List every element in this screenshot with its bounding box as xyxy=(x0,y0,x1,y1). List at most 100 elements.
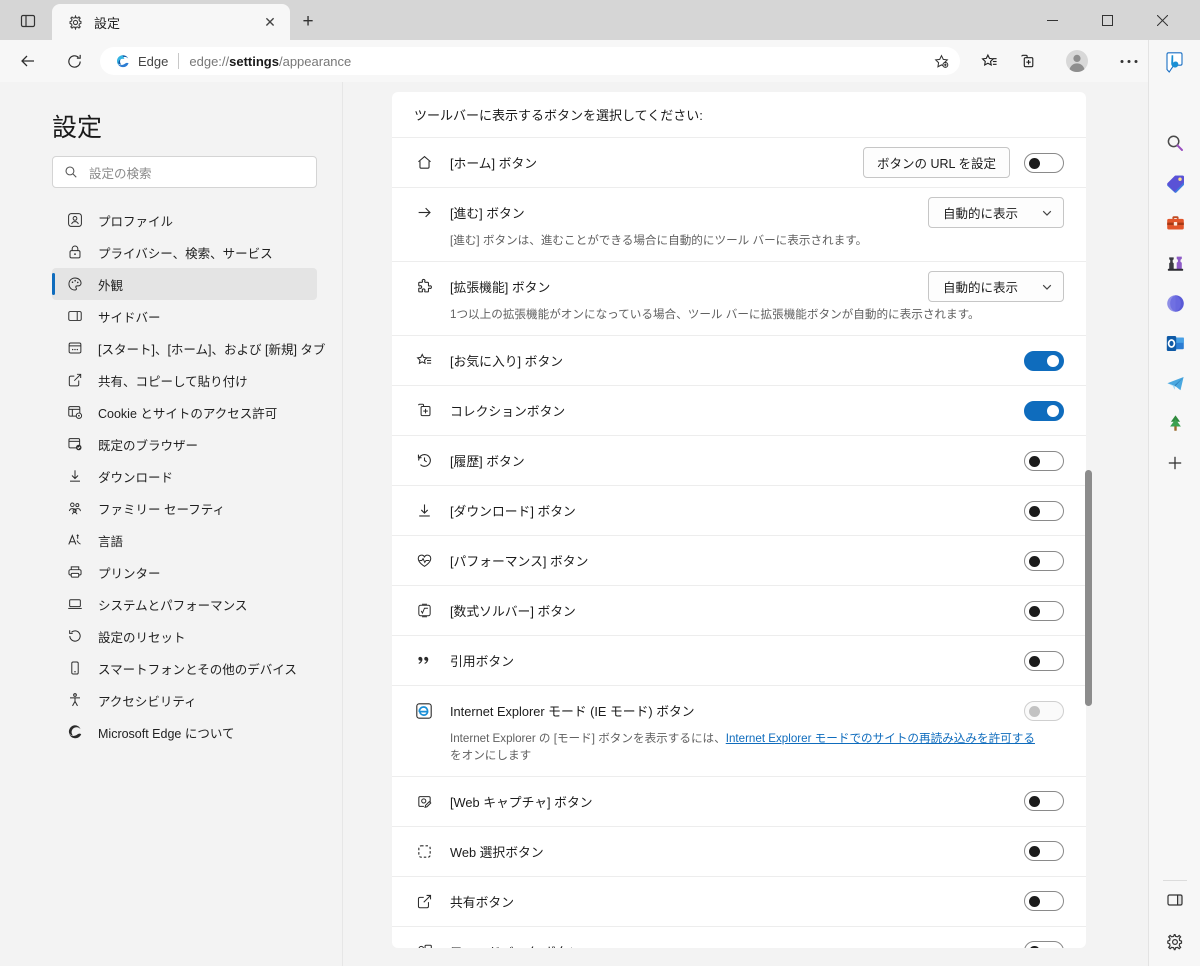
setting-row-extensions-button: [拡張機能] ボタン 自動的に表示 1つ以上の拡張機能がオンになっている場合、ツ… xyxy=(392,262,1086,337)
setting-label: 引用ボタン xyxy=(450,654,514,670)
setting-label: [進む] ボタン xyxy=(450,206,525,221)
sidebar-toggle-icon[interactable] xyxy=(1160,885,1190,915)
back-button[interactable] xyxy=(14,48,42,74)
feedback-button-toggle[interactable] xyxy=(1024,941,1064,948)
sidebar-item-system-performance[interactable]: システムとパフォーマンス xyxy=(52,588,317,620)
web-select-icon xyxy=(414,841,434,861)
sidebar-item-about-edge[interactable]: Microsoft Edge について xyxy=(52,716,317,748)
sidebar-item-family-safety[interactable]: ファミリー セーフティ xyxy=(52,492,317,524)
setting-row-collections-button: コレクションボタン xyxy=(392,386,1086,437)
setting-label: [ホーム] ボタン xyxy=(450,156,538,171)
add-favorite-icon[interactable] xyxy=(930,50,952,72)
chevron-down-icon xyxy=(1041,207,1053,219)
bing-copilot-icon[interactable] xyxy=(1160,48,1190,78)
close-tab-icon[interactable]: ✕ xyxy=(260,12,280,32)
close-window-button[interactable] xyxy=(1140,0,1185,40)
arrow-right-icon xyxy=(414,203,434,223)
sidebar-item-label: サイドバー xyxy=(98,310,161,325)
avatar[interactable] xyxy=(1062,48,1092,74)
search-input[interactable]: 設定の検索 xyxy=(52,156,317,188)
browser-menu-icon[interactable] xyxy=(1114,48,1144,74)
browser-tab-settings[interactable]: 設定 ✕ xyxy=(52,4,290,40)
sidebar-item-printers[interactable]: プリンター xyxy=(52,556,317,588)
tab-actions-button[interactable] xyxy=(12,8,44,34)
history-button-toggle[interactable] xyxy=(1024,450,1064,471)
share-button-toggle[interactable] xyxy=(1024,891,1064,912)
favorites-icon[interactable] xyxy=(974,48,1004,74)
setting-row-performance-button: [パフォーマンス] ボタン xyxy=(392,536,1086,587)
sidebar-item-share-copy-paste[interactable]: 共有、コピーして貼り付け xyxy=(52,364,317,396)
sidebar-item-reset-settings[interactable]: 設定のリセット xyxy=(52,620,317,652)
microsoft365-icon[interactable] xyxy=(1160,288,1190,318)
drop-tree-icon[interactable] xyxy=(1160,408,1190,438)
profile-icon xyxy=(66,211,84,229)
search-placeholder: 設定の検索 xyxy=(89,166,152,181)
performance-button-toggle[interactable] xyxy=(1024,550,1064,571)
toolbar-buttons-heading: ツールバーに表示するボタンを選択してください: xyxy=(392,92,1086,138)
sidebar-item-appearance[interactable]: 外観 xyxy=(52,268,317,300)
set-home-url-button[interactable]: ボタンの URL を設定 xyxy=(863,147,1010,178)
reload-button[interactable] xyxy=(60,48,88,74)
sidebar-item-phone-other-devices[interactable]: スマートフォンとその他のデバイス xyxy=(52,652,317,684)
setting-row-ie-mode-button: Internet Explorer モード (IE モード) ボタン Inter… xyxy=(392,686,1086,777)
collections-icon xyxy=(414,401,434,421)
sidebar-item-accessibility[interactable]: アクセシビリティ xyxy=(52,684,317,716)
forward-button-select[interactable]: 自動的に表示 xyxy=(928,197,1064,228)
web-capture-button-toggle[interactable] xyxy=(1024,791,1064,812)
sidebar-item-sidebar[interactable]: サイドバー xyxy=(52,300,317,332)
sidebar-item-profile[interactable]: プロファイル xyxy=(52,204,317,236)
desc-text-before: Internet Explorer の [モード] ボタンを表示するには、 xyxy=(450,732,726,746)
shopping-tag-icon[interactable] xyxy=(1160,168,1190,198)
minimize-button[interactable] xyxy=(1030,0,1075,40)
cookie-icon xyxy=(66,403,84,421)
settings-gear-icon[interactable] xyxy=(1160,927,1190,957)
ie-mode-reload-link[interactable]: Internet Explorer モードでのサイトの再読み込みを許可する xyxy=(726,732,1035,745)
maximize-button[interactable] xyxy=(1085,0,1130,40)
setting-row-forward-button: [進む] ボタン 自動的に表示 [進む] ボタンは、進むことができる場合に自動的… xyxy=(392,188,1086,263)
citation-icon xyxy=(414,651,434,671)
search-icon xyxy=(63,164,79,180)
sidebar-item-label: Microsoft Edge について xyxy=(98,726,235,741)
page-scrollbar-thumb[interactable] xyxy=(1085,470,1092,706)
sidebar-item-default-browser[interactable]: 既定のブラウザー xyxy=(52,428,317,460)
tab-title: 設定 xyxy=(94,15,121,31)
citation-button-toggle[interactable] xyxy=(1024,650,1064,671)
telegram-icon[interactable] xyxy=(1160,368,1190,398)
feedback-icon xyxy=(414,941,434,948)
extensions-button-select[interactable]: 自動的に表示 xyxy=(928,271,1064,303)
sidebar-item-label: 言語 xyxy=(98,534,124,549)
edge-icon xyxy=(66,723,84,741)
omnibox-brand-label: Edge xyxy=(138,53,169,69)
home-button-toggle[interactable] xyxy=(1024,152,1064,173)
sidebar-item-cookies[interactable]: Cookie とサイトのアクセス許可 xyxy=(52,396,317,428)
games-icon[interactable] xyxy=(1160,248,1190,278)
setting-row-feedback-button: フィードバック ボタン xyxy=(392,927,1086,948)
new-tab-button[interactable]: + xyxy=(296,10,320,34)
sidebar-item-label: 外観 xyxy=(98,278,124,293)
sidebar-item-downloads[interactable]: ダウンロード xyxy=(52,460,317,492)
edge-sidebar xyxy=(1148,40,1200,966)
setting-label: [ダウンロード] ボタン xyxy=(450,504,576,520)
setting-label: [数式ソルバー] ボタン xyxy=(450,604,576,620)
setting-row-citation-button: 引用ボタン xyxy=(392,636,1086,687)
setting-row-downloads-button: [ダウンロード] ボタン xyxy=(392,486,1086,537)
tools-briefcase-icon[interactable] xyxy=(1160,208,1190,238)
sidebar-item-privacy[interactable]: プライバシー、検索、サービス xyxy=(52,236,317,268)
sidebar-item-start-home-newtab[interactable]: [スタート]、[ホーム]、および [新規] タブ xyxy=(52,332,325,364)
favorites-icon xyxy=(414,351,434,371)
web-select-button-toggle[interactable] xyxy=(1024,841,1064,862)
sidebar-item-label: Cookie とサイトのアクセス許可 xyxy=(98,406,278,421)
outlook-icon[interactable] xyxy=(1160,328,1190,358)
address-bar[interactable]: Edge edge://settings/appearance xyxy=(100,47,960,75)
collections-button-toggle[interactable] xyxy=(1024,400,1064,421)
appearance-settings-card: ツールバーに表示するボタンを選択してください: [ホーム] ボタン ボタンの U… xyxy=(392,92,1086,948)
sidebar-item-languages[interactable]: 言語 xyxy=(52,524,317,556)
downloads-button-toggle[interactable] xyxy=(1024,500,1064,521)
title-bar: 設定 ✕ + xyxy=(0,0,1200,40)
add-icon[interactable] xyxy=(1160,448,1190,478)
favorites-button-toggle[interactable] xyxy=(1024,350,1064,371)
search-icon[interactable] xyxy=(1160,128,1190,158)
phone-icon xyxy=(66,659,84,677)
collections-icon[interactable] xyxy=(1012,48,1042,74)
math-solver-button-toggle[interactable] xyxy=(1024,600,1064,621)
